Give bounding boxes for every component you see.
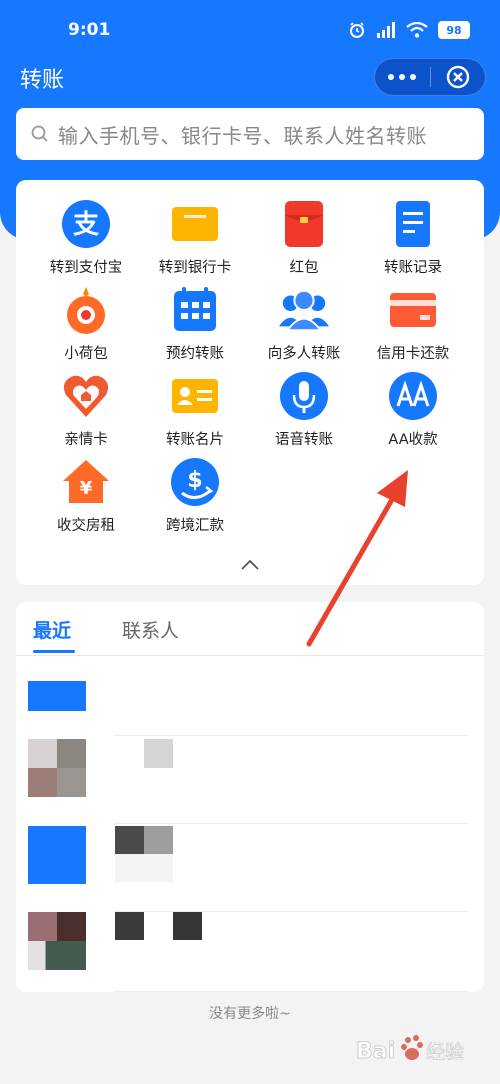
grid-label: 语音转账	[275, 432, 333, 448]
tab-recent[interactable]: 最近	[33, 616, 71, 643]
status-icons: 98	[348, 19, 470, 41]
alarm-icon	[350, 22, 364, 38]
grid-label: 向多人转账	[267, 346, 341, 362]
alipay-icon: 支	[60, 198, 112, 250]
svg-text:支: 支	[73, 210, 99, 240]
grid-item-namecard[interactable]: 转账名片	[140, 370, 250, 456]
bank-card-icon	[169, 198, 221, 250]
contact-list-card: 最近 联系人	[16, 602, 484, 992]
grid-label: 转到支付宝	[49, 260, 123, 276]
family-card-icon	[60, 370, 112, 422]
avatar-lower	[28, 941, 86, 970]
grid-item-rent[interactable]: ¥ 收交房租	[31, 456, 141, 542]
calendar-icon	[169, 284, 221, 336]
grid-label: 转账记录	[384, 260, 442, 276]
status-time: 9:01	[68, 20, 111, 40]
records-icon	[387, 198, 439, 250]
svg-text:Bai: Bai	[356, 1039, 395, 1064]
contact-sub-pixelated	[115, 854, 173, 882]
battery-indicator: 98	[438, 21, 470, 39]
grid-label: 跨境汇款	[166, 518, 224, 534]
grid-item-credit-card[interactable]: 信用卡还款	[358, 284, 468, 370]
grid-label: 信用卡还款	[376, 346, 450, 362]
grid-label: 小荷包	[64, 346, 108, 362]
red-packet-icon	[278, 198, 330, 250]
signal-icon	[377, 22, 395, 38]
row-divider	[114, 991, 468, 992]
purse-icon	[60, 284, 112, 336]
grid-item-cross-border[interactable]: $ 跨境汇款	[140, 456, 250, 542]
contact-name-pixelated	[173, 912, 202, 940]
wifi-icon	[406, 22, 428, 38]
function-grid: 支 转到支付宝 转到银行卡 红包 转账记录 小荷包 预约转账 向多人转账 信用卡…	[16, 180, 484, 585]
people-icon	[278, 284, 330, 336]
rent-icon: ¥	[60, 456, 112, 508]
namecard-icon	[169, 370, 221, 422]
watermark-logo: Bai 经验	[356, 1030, 486, 1070]
grid-item-aa[interactable]: AA收款	[358, 370, 468, 456]
microphone-icon	[278, 370, 330, 422]
no-more-text: 没有更多啦~	[209, 1006, 291, 1022]
avatar-lower	[28, 768, 86, 797]
list-item[interactable]	[16, 656, 484, 736]
close-button[interactable]	[430, 58, 485, 96]
status-bar: 9:01 98	[0, 0, 500, 48]
grid-item-red-packet[interactable]: 红包	[249, 198, 359, 284]
page-title: 转账	[20, 68, 65, 93]
search-placeholder: 输入手机号、银行卡号、联系人姓名转账	[58, 123, 427, 148]
avatar	[28, 826, 86, 884]
close-icon	[446, 65, 469, 89]
grid-item-bank-card[interactable]: 转到银行卡	[140, 198, 250, 284]
credit-card-icon	[387, 284, 439, 336]
grid-item-multi-transfer[interactable]: 向多人转账	[249, 284, 359, 370]
contact-name-pixelated	[144, 739, 173, 768]
contact-name-pixelated	[115, 826, 173, 854]
grid-item-records[interactable]: 转账记录	[358, 198, 468, 284]
tab-underline	[33, 650, 75, 653]
collapse-button[interactable]	[238, 557, 262, 573]
grid-item-alipay[interactable]: 支 转到支付宝	[31, 198, 141, 284]
list-item[interactable]	[16, 912, 484, 992]
grid-item-scheduled[interactable]: 预约转账	[140, 284, 250, 370]
tab-bar: 最近 联系人	[16, 602, 484, 656]
grid-label: 预约转账	[166, 346, 224, 362]
avatar	[28, 681, 86, 711]
svg-text:经验: 经验	[426, 1041, 464, 1063]
mini-program-capsule	[374, 58, 486, 96]
cross-border-icon: $	[169, 456, 221, 508]
svg-text:¥: ¥	[80, 478, 93, 499]
list-item[interactable]	[16, 736, 484, 824]
grid-label: AA收款	[388, 432, 438, 448]
list-item[interactable]	[16, 824, 484, 912]
grid-item-purse[interactable]: 小荷包	[31, 284, 141, 370]
grid-label: 转到银行卡	[158, 260, 232, 276]
avatar	[28, 912, 86, 941]
grid-item-voice-transfer[interactable]: 语音转账	[249, 370, 359, 456]
grid-item-family-card[interactable]: 亲情卡	[31, 370, 141, 456]
grid-label: 亲情卡	[64, 432, 108, 448]
svg-text:$: $	[187, 468, 202, 493]
chevron-up-icon	[241, 559, 259, 570]
search-input[interactable]: 输入手机号、银行卡号、联系人姓名转账	[16, 108, 484, 160]
grid-label: 转账名片	[166, 432, 224, 448]
more-button[interactable]	[375, 58, 430, 96]
aa-icon	[387, 370, 439, 422]
tab-contacts[interactable]: 联系人	[122, 616, 179, 643]
search-icon	[31, 125, 48, 142]
grid-label: 收交房租	[57, 518, 115, 534]
contact-name-pixelated	[115, 912, 144, 940]
grid-label: 红包	[289, 260, 319, 276]
